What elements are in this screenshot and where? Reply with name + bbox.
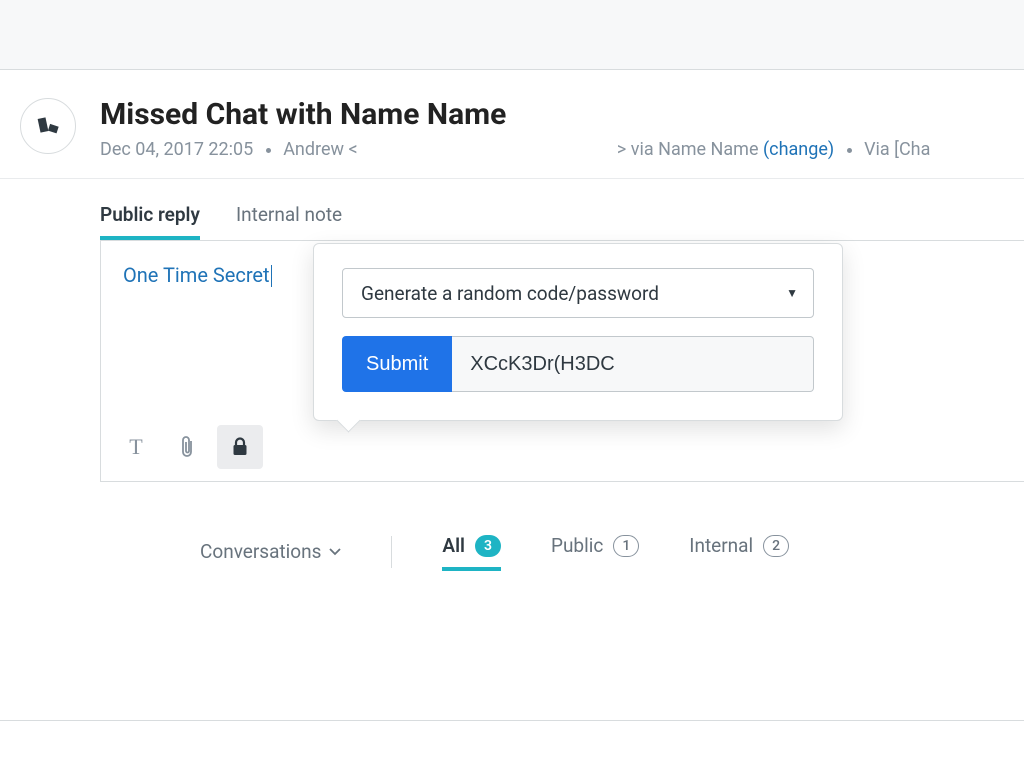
secret-button[interactable] xyxy=(217,425,263,469)
tab-internal-note[interactable]: Internal note xyxy=(236,203,342,240)
conversations-label: Conversations xyxy=(200,540,321,563)
attach-button[interactable] xyxy=(165,425,211,469)
body-area: Public reply Internal note One Time Secr… xyxy=(0,179,1024,569)
ticket-title: Missed Chat with Name Name xyxy=(100,98,1004,131)
header-text: Missed Chat with Name Name Dec 04, 2017 … xyxy=(100,98,1004,160)
avatar xyxy=(20,98,76,154)
filter-public-count: 1 xyxy=(613,535,639,557)
generated-code-field[interactable] xyxy=(452,336,814,392)
filter-all-label: All xyxy=(442,534,465,557)
via-channel: Via [Cha xyxy=(864,139,930,160)
lock-icon xyxy=(231,437,249,457)
editor-toolbar: T xyxy=(101,413,275,481)
conversation-filters: Conversations All 3 Public 1 Internal 2 xyxy=(100,482,1024,569)
separator-dot-icon xyxy=(266,148,271,153)
redacted-text: redacted redacted redacted red xyxy=(362,139,612,160)
avatar-glyph-icon xyxy=(34,112,62,140)
filter-public-label: Public xyxy=(551,534,603,557)
submit-row: Submit xyxy=(342,336,814,392)
text-format-button[interactable]: T xyxy=(113,425,159,469)
filter-internal[interactable]: Internal 2 xyxy=(689,534,789,569)
generate-select-label: Generate a random code/password xyxy=(361,282,659,305)
change-link[interactable]: (change) xyxy=(763,139,834,160)
generate-select[interactable]: Generate a random code/password xyxy=(342,268,814,318)
paperclip-icon xyxy=(178,435,198,459)
ticket-meta: Dec 04, 2017 22:05 Andrew < redacted red… xyxy=(100,139,1004,160)
filter-all-count: 3 xyxy=(475,535,501,557)
top-bar xyxy=(0,0,1024,70)
divider xyxy=(391,536,392,568)
tab-public-reply[interactable]: Public reply xyxy=(100,203,200,240)
one-time-secret-link[interactable]: One Time Secret xyxy=(123,263,270,287)
conversations-dropdown[interactable]: Conversations xyxy=(200,540,341,563)
filter-all[interactable]: All 3 xyxy=(442,534,501,569)
reply-tabs: Public reply Internal note xyxy=(100,203,1024,240)
text-icon: T xyxy=(129,434,142,460)
secret-popover: Generate a random code/password ▼ Submit xyxy=(313,243,843,421)
submit-button[interactable]: Submit xyxy=(342,336,452,392)
sender-mid: > via Name Name xyxy=(617,139,759,160)
separator-dot-icon xyxy=(847,148,852,153)
filter-internal-label: Internal xyxy=(689,534,753,557)
reply-editor: One Time Secret Generate a random code/p… xyxy=(100,240,1024,482)
text-cursor xyxy=(271,265,272,287)
timestamp: Dec 04, 2017 22:05 xyxy=(100,139,253,160)
chevron-down-icon xyxy=(329,548,341,556)
ticket-header: Missed Chat with Name Name Dec 04, 2017 … xyxy=(0,70,1024,179)
filter-internal-count: 2 xyxy=(763,535,789,557)
generate-select-row: Generate a random code/password ▼ xyxy=(342,268,814,318)
filter-public[interactable]: Public 1 xyxy=(551,534,639,569)
sender-prefix: Andrew < xyxy=(283,139,357,160)
bottom-divider xyxy=(0,720,1024,721)
